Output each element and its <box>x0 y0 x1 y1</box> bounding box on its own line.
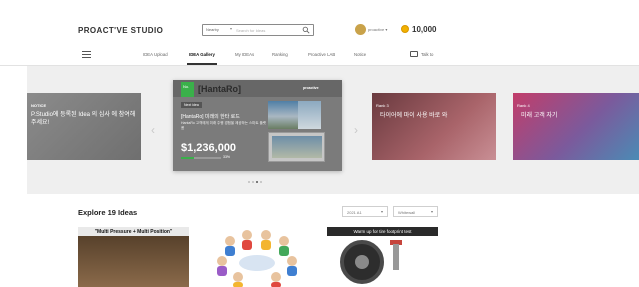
brand-label: proactive <box>303 86 319 90</box>
carousel-next-arrow-icon[interactable]: › <box>354 123 358 137</box>
idea-badge: No. <box>181 82 194 97</box>
explore-title: Explore 19 Ideas <box>78 208 138 217</box>
rank-title: 미래 고객 자기 <box>521 113 558 119</box>
funding-amount: $1,236,000 <box>181 142 237 154</box>
chevron-down-icon[interactable] <box>230 28 232 30</box>
sort-select[interactable]: 2021 A1 <box>342 206 388 217</box>
funding-percent: 33% <box>223 155 231 159</box>
rank-label: Rank 3 <box>376 103 389 108</box>
funding-progress-bar <box>181 157 221 159</box>
nav-proactive-lab[interactable]: Proactive LAB <box>308 52 335 57</box>
balance: 10,000 <box>412 25 437 34</box>
hamburger-menu-icon[interactable] <box>82 51 91 59</box>
carousel-dot[interactable] <box>260 181 262 183</box>
nav-my-ideas[interactable]: My IDEAs <box>235 52 254 57</box>
talk-button[interactable]: Talk to <box>421 52 433 57</box>
filter-select-value: Whitewall <box>398 209 416 215</box>
search-input[interactable] <box>236 26 300 34</box>
funding-progress-fill <box>181 157 195 159</box>
idea-photo-secondary <box>298 101 321 129</box>
idea-screenshot <box>268 132 325 162</box>
search-icon[interactable] <box>302 26 310 34</box>
thumbnail-caption: Warm up for tire footprint test <box>353 228 412 234</box>
user-menu[interactable]: proactive ▾ <box>355 23 387 35</box>
idea-title: [HantaRo] <box>198 84 241 94</box>
gauge-stem <box>393 244 399 270</box>
filter-select[interactable]: Whitewall <box>393 206 438 217</box>
idea-photo <box>268 101 298 129</box>
idea-thumbnail[interactable] <box>202 227 313 287</box>
idea-subtitle: HantaRo 고객에게 미래 주행 경험을 제공하는 스마트 플랫폼 <box>181 121 267 130</box>
rank-4-card[interactable]: Rank 4 미래 고객 자기 <box>513 93 639 160</box>
rank-title: 타이어에 마이 사용 바로 와 <box>380 113 448 119</box>
thumbnail-caption-bar: Warm up for tire footprint test <box>327 227 438 236</box>
idea-thumbnail[interactable]: Warm up for tire footprint test <box>327 227 438 287</box>
chevron-down-icon <box>381 211 383 213</box>
tire-hub <box>355 255 369 269</box>
idea-thumbnail[interactable]: "Multi Pressure + Multi Position" <box>78 227 189 287</box>
notice-label: NOTICE <box>31 103 47 108</box>
thumbnail-caption-bar: "Multi Pressure + Multi Position" <box>78 227 189 236</box>
chevron-down-icon <box>431 211 433 213</box>
nav-idea-upload[interactable]: IDEA Upload <box>143 52 168 57</box>
tire-image <box>340 240 384 284</box>
carousel-dot[interactable] <box>248 181 250 183</box>
logo[interactable]: PROACT'VE STUDIO <box>78 26 163 35</box>
coin-icon <box>401 25 409 33</box>
idea-tag: Next idea <box>181 102 202 108</box>
search-category[interactable]: Nearby <box>206 27 219 32</box>
nav-idea-gallery[interactable]: IDEA Gallery <box>189 52 215 57</box>
rank-3-card[interactable]: Rank 3 타이어에 마이 사용 바로 와 <box>372 93 496 160</box>
notice-text: P.Studio에 등록된 Idea 의 심사 에 참여해 주세요! <box>31 112 136 126</box>
idea-headline: [HantaRo] 미래의 한타 로드 <box>181 114 240 120</box>
carousel-dot[interactable] <box>256 181 258 183</box>
carousel-pagination[interactable] <box>248 181 262 183</box>
user-name[interactable]: proactive ▾ <box>368 27 387 32</box>
chat-icon[interactable] <box>410 51 418 57</box>
featured-idea-card[interactable]: No. [HantaRo] proactive Next idea [Hanta… <box>173 80 342 171</box>
rank-label: Rank 4 <box>517 103 530 108</box>
thumbnail-caption: "Multi Pressure + Multi Position" <box>94 228 173 235</box>
notice-card[interactable]: NOTICE P.Studio에 등록된 Idea 의 심사 에 참여해 주세요… <box>27 93 141 160</box>
avatar[interactable] <box>355 23 366 35</box>
idea-badge-label: No. <box>183 84 190 89</box>
nav-ranking[interactable]: Ranking <box>272 52 288 57</box>
sort-select-value: 2021 A1 <box>347 209 362 215</box>
header: PROACT'VE STUDIO Nearby proactive ▾ 10,0… <box>0 0 639 44</box>
idea-screenshot-image <box>272 136 322 158</box>
nav-notice[interactable]: Notice <box>354 52 366 57</box>
carousel-prev-arrow-icon[interactable]: ‹ <box>151 123 155 137</box>
search-box[interactable]: Nearby <box>202 24 314 36</box>
people-circle-illustration <box>217 230 297 287</box>
carousel-dot[interactable] <box>252 181 254 183</box>
